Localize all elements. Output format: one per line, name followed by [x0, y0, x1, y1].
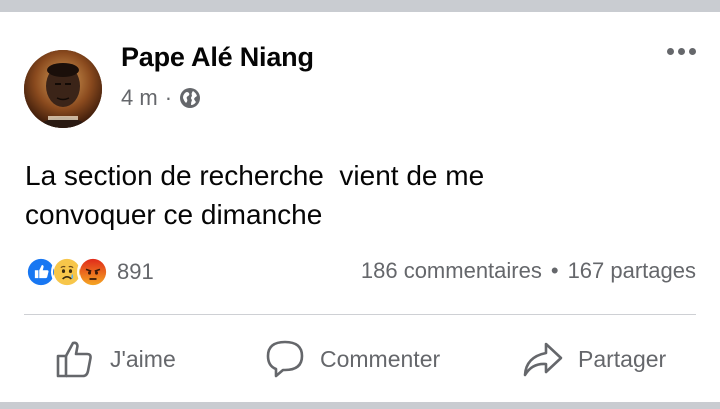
- reaction-count: 891: [117, 259, 154, 284]
- post-card: Pape Alé Niang 4 m · La section de reche…: [0, 12, 720, 402]
- avatar-photo: [24, 50, 102, 128]
- post-text: La section de recherche vient de me conv…: [25, 160, 485, 230]
- angry-reaction-icon: [77, 256, 109, 288]
- more-dot: [678, 48, 685, 55]
- comment-icon: [266, 340, 304, 378]
- comments-count[interactable]: 186 commentaires: [361, 258, 542, 284]
- avatar[interactable]: [24, 50, 102, 128]
- author-name[interactable]: Pape Alé Niang: [121, 42, 314, 73]
- post-time[interactable]: 4 m: [121, 85, 158, 111]
- like-button[interactable]: J'aime: [54, 338, 176, 380]
- shares-count[interactable]: 167 partages: [568, 258, 696, 284]
- reactions-summary[interactable]: 891: [25, 256, 154, 288]
- comment-button[interactable]: Commenter: [264, 338, 440, 380]
- comment-label: Commenter: [320, 345, 441, 372]
- globe-icon: [180, 88, 201, 108]
- share-icon: [523, 342, 563, 377]
- post-meta: 4 m ·: [121, 85, 201, 111]
- engagement-stats: 186 commentaires • 167 partages: [361, 258, 696, 284]
- share-label: Partager: [578, 345, 667, 372]
- more-dot: [667, 48, 674, 55]
- like-label: J'aime: [110, 345, 176, 372]
- meta-separator: ·: [164, 85, 173, 110]
- stats-separator: •: [550, 258, 559, 283]
- more-dot: [689, 48, 696, 55]
- more-options-button[interactable]: [667, 48, 696, 55]
- share-button[interactable]: Partager: [522, 338, 666, 380]
- thumbs-up-icon: [56, 341, 92, 378]
- divider: [24, 314, 696, 315]
